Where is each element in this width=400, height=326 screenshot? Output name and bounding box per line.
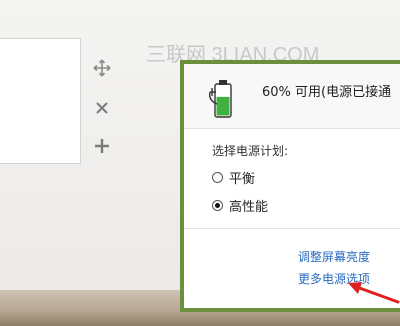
close-icon[interactable] xyxy=(90,96,114,120)
battery-plugged-icon xyxy=(208,80,232,118)
move-icon[interactable] xyxy=(90,56,114,80)
divider xyxy=(184,228,400,229)
adjust-brightness-link[interactable]: 调整屏幕亮度 xyxy=(298,248,370,265)
power-plan-label: 选择电源计划: xyxy=(212,144,289,158)
plan-option-high-performance[interactable]: 高性能 xyxy=(212,196,268,215)
plan-option-balanced[interactable]: 平衡 xyxy=(212,168,255,187)
annotation-arrow-icon xyxy=(348,282,400,304)
power-flyout: 60% 可用(电源已接通 选择电源计划: 平衡 高性能 调整屏幕亮度 更多电源选… xyxy=(180,60,400,312)
battery-status-area: 60% 可用(电源已接通 xyxy=(184,64,400,129)
plan-option-label: 平衡 xyxy=(229,172,256,187)
battery-status-text: 60% 可用(电源已接通 xyxy=(262,85,392,100)
plan-option-label: 高性能 xyxy=(229,200,269,215)
radio-button[interactable] xyxy=(212,172,223,183)
side-panel xyxy=(0,38,81,164)
power-flyout-body: 60% 可用(电源已接通 选择电源计划: 平衡 高性能 调整屏幕亮度 更多电源选… xyxy=(184,64,400,308)
radio-button[interactable] xyxy=(212,200,223,211)
plus-icon[interactable] xyxy=(90,134,114,158)
